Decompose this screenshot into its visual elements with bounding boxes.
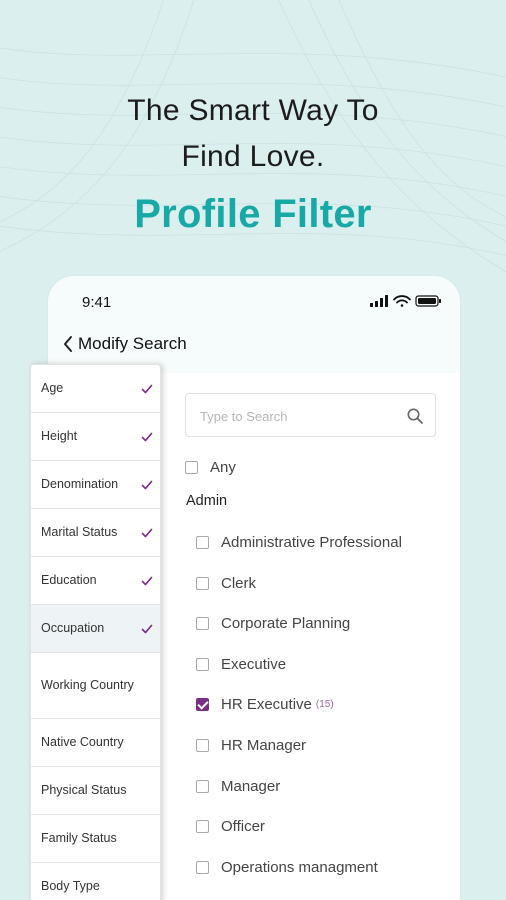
option-label: HR Manager — [221, 737, 307, 754]
option-label: Clerk — [221, 574, 257, 592]
option-checkbox[interactable] — [196, 779, 209, 793]
sidebar-item-label: Age — [41, 381, 64, 395]
checkmark-icon — [141, 432, 153, 441]
feature-title: Profile Filter — [134, 192, 372, 236]
search-box — [185, 393, 436, 437]
sidebar-item[interactable]: Denomination — [31, 461, 160, 509]
checkmark-icon — [141, 624, 153, 633]
option-count-badge: (15) — [315, 699, 334, 711]
status-time: 9:41 — [82, 294, 112, 311]
option-label: Manager — [221, 777, 281, 795]
sidebar-item[interactable]: Native Country — [31, 719, 160, 767]
option-checkbox[interactable] — [196, 739, 209, 752]
sidebar-item[interactable]: Physical Status — [31, 767, 160, 815]
option-checkbox[interactable] — [196, 820, 209, 834]
back-button[interactable]: Modify Search — [62, 334, 187, 354]
option-checkbox[interactable] — [196, 576, 209, 590]
sidebar-item[interactable]: Occupation — [31, 605, 160, 653]
option-label: Administrative Professional — [221, 534, 402, 551]
option-checkbox[interactable] — [196, 536, 209, 549]
occupation-option[interactable]: Manager — [196, 778, 280, 795]
occupation-option[interactable]: Clerk — [196, 575, 256, 592]
occupation-option[interactable]: HR Manager — [196, 737, 306, 754]
option-checkbox[interactable] — [196, 617, 209, 631]
option-checkbox[interactable] — [196, 860, 209, 874]
sidebar-item[interactable]: Working Country — [31, 653, 160, 719]
sidebar-item[interactable]: Education — [31, 557, 160, 605]
chevron-left-icon — [64, 336, 72, 352]
sidebar-item[interactable]: Age — [31, 365, 160, 413]
occupation-option[interactable]: Operations managment — [196, 859, 378, 876]
option-checkbox[interactable] — [196, 657, 209, 671]
sidebar-item[interactable]: Body Type — [31, 863, 160, 900]
promo-headline: The Smart Way To Find Love. — [0, 88, 506, 180]
back-label: Modify Search — [78, 334, 187, 353]
checkmark-icon — [141, 528, 153, 537]
sidebar-item-label: Body Type — [41, 879, 100, 893]
sidebar-item-label: Working Country — [41, 678, 134, 692]
checkmark-icon — [141, 384, 153, 393]
option-any[interactable]: Any — [185, 459, 236, 476]
occupation-option[interactable]: HR Executive (15) — [196, 696, 334, 713]
signal-icon — [370, 295, 388, 307]
option-label: Officer — [221, 818, 265, 836]
option-any-label: Any — [210, 459, 236, 476]
status-icons — [370, 295, 441, 307]
battery-icon — [415, 295, 441, 307]
headline-line-1: The Smart Way To — [127, 94, 379, 127]
sidebar-item-label: Native Country — [41, 735, 124, 749]
option-checkbox[interactable] — [196, 698, 209, 712]
occupation-option[interactable]: Corporate Planning — [196, 615, 350, 632]
app-header: 9:41 Modify Search — [48, 276, 460, 373]
option-label: HR Executive — [221, 696, 312, 714]
group-label-admin: Admin — [186, 493, 228, 509]
wifi-icon — [393, 295, 411, 307]
sidebar-item-label: Denomination — [41, 477, 119, 491]
sidebar-item-label: Education — [41, 573, 97, 587]
headline-line-2: Find Love. — [181, 140, 325, 173]
checkmark-icon — [141, 480, 153, 489]
sidebar-item[interactable]: Marital Status — [31, 509, 160, 557]
sidebar-item[interactable]: Height — [31, 413, 160, 461]
occupation-option[interactable]: Officer — [196, 818, 265, 835]
search-input[interactable] — [200, 404, 400, 428]
sidebar-item-label: Family Status — [41, 831, 117, 845]
sidebar-item[interactable]: Family Status — [31, 815, 160, 863]
option-label: Operations managment — [221, 858, 378, 876]
occupation-option[interactable]: Executive — [196, 656, 286, 673]
sidebar-item-label: Height — [41, 429, 78, 443]
option-label: Corporate Planning — [221, 615, 351, 633]
sidebar-item-label: Physical Status — [41, 783, 127, 797]
search-icon[interactable] — [406, 407, 424, 425]
option-label: Executive — [221, 655, 287, 673]
sidebar-item-label: Occupation — [41, 621, 105, 635]
occupation-option[interactable]: Administrative Professional — [196, 534, 402, 551]
checkmark-icon — [141, 576, 153, 585]
any-checkbox[interactable] — [185, 461, 198, 474]
filter-category-sidebar: Age Height Denomination Marital Status Educa… — [30, 364, 161, 900]
sidebar-item-label: Marital Status — [41, 525, 118, 539]
